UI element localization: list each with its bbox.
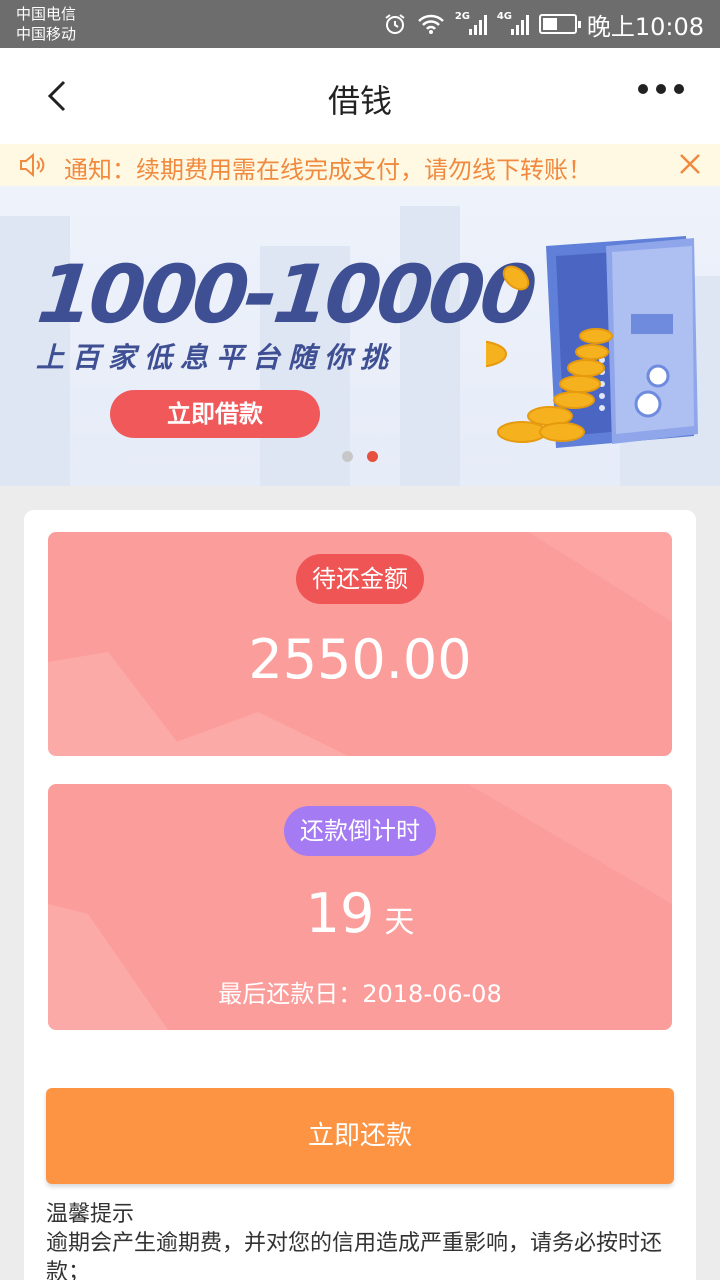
alarm-icon [385, 14, 405, 34]
countdown-panel: 还款倒计时 19 天 最后还款日：2018-06-08 [48, 784, 672, 1030]
days-remaining: 19 天 [48, 882, 672, 945]
repayment-card: 待还金额 2550.00 还款倒计时 19 天 最后还款日：2018-06-08 … [24, 510, 696, 1280]
speaker-icon [20, 153, 45, 177]
page-title: 借钱 [327, 82, 392, 120]
network-type-1: 2G [454, 11, 470, 22]
last-repayment-date: 最后还款日：2018-06-08 [218, 980, 502, 1008]
clock: 晚上10:08 [586, 12, 704, 41]
status-bar: 中国电信 中国移动 2G 4G 晚上10:08 [0, 0, 720, 48]
status-icons: 2G 4G 晚上10:08 [383, 0, 704, 48]
carrier-names: 中国电信 中国移动 [16, 4, 76, 44]
tips-section: 温馨提示 逾期会产生逾期费，并对您的信用造成严重影响，请务必按时还款； [46, 1200, 676, 1280]
more-options-icon[interactable] [638, 84, 684, 94]
countdown-label: 还款倒计时 [284, 806, 436, 856]
days-remaining-value: 19 [305, 882, 375, 945]
signal-icon-2: 4G [496, 11, 529, 35]
banner-subtitle: 上百家低息平台随你挑 [36, 341, 397, 374]
close-icon[interactable] [678, 152, 702, 176]
carousel-indicator [342, 451, 378, 462]
tips-body: 逾期会产生逾期费，并对您的信用造成严重影响，请务必按时还款； [46, 1231, 663, 1280]
amount-due-value: 2550.00 [248, 628, 472, 691]
carrier-2: 中国移动 [16, 25, 77, 43]
borrow-now-button[interactable]: 立即借款 [110, 390, 320, 438]
repay-now-button[interactable]: 立即还款 [46, 1088, 674, 1184]
notice-bar: 通知：续期费用需在线完成支付，请勿线下转账！ [0, 144, 720, 186]
safe-with-coins-illustration [486, 236, 698, 448]
nav-header: 借钱 [0, 48, 720, 144]
signal-icon-1: 2G [454, 11, 487, 35]
carousel-dot-2[interactable] [367, 451, 378, 462]
carrier-1: 中国电信 [16, 5, 77, 23]
amount-due-panel: 待还金额 2550.00 [48, 532, 672, 756]
promo-banner[interactable]: 1000-10000 上百家低息平台随你挑 立即借款 [0, 186, 720, 486]
days-unit: 天 [384, 905, 415, 940]
banner-amount-range: 1000-10000 [33, 248, 538, 341]
amount-due-label: 待还金额 [296, 554, 424, 604]
battery-icon [538, 14, 581, 34]
network-type-2: 4G [496, 11, 512, 22]
tips-title: 温馨提示 [46, 1202, 135, 1227]
notice-text: 通知：续期费用需在线完成支付，请勿线下转账！ [64, 156, 592, 184]
wifi-icon [417, 14, 444, 34]
carousel-dot-1[interactable] [342, 451, 353, 462]
